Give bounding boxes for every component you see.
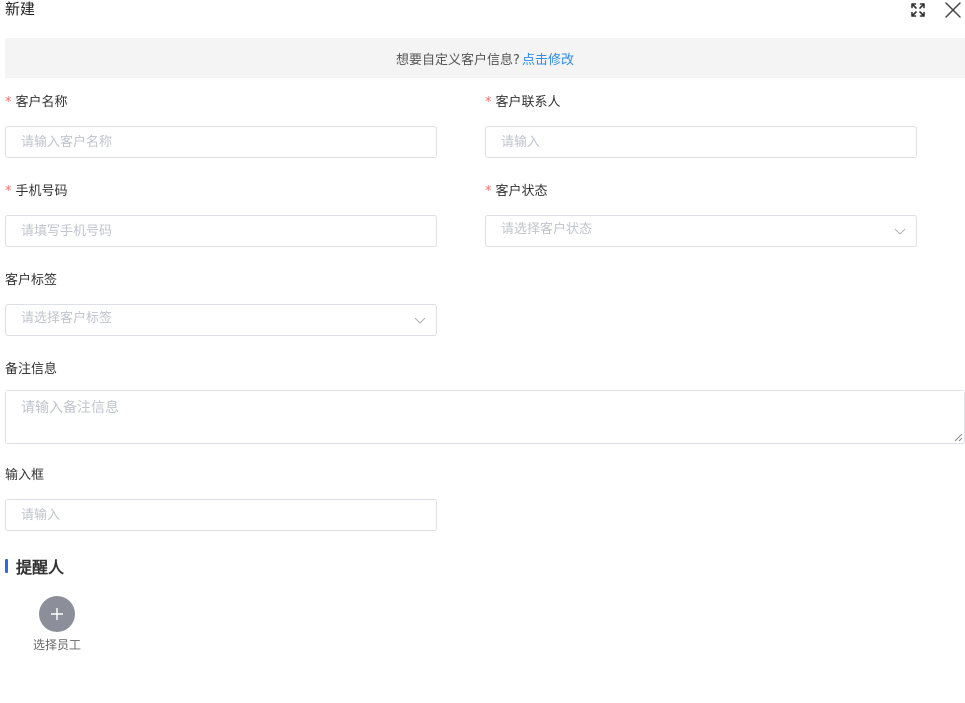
status-placeholder: 请选择客户状态 (501, 222, 593, 237)
required-mark: * (5, 184, 12, 199)
select-staff-button[interactable]: 选择员工 (28, 596, 86, 653)
close-icon[interactable] (944, 1, 962, 19)
phone-input[interactable] (6, 216, 436, 246)
chevron-down-icon (894, 228, 906, 235)
reminder-section-header: 提醒人 (5, 556, 65, 577)
contact-field[interactable] (485, 126, 917, 158)
customer-name-input[interactable] (6, 127, 436, 157)
phone-label-text: 手机号码 (15, 184, 68, 199)
contact-label-text: 客户联系人 (495, 95, 561, 110)
phone-field[interactable] (5, 215, 437, 247)
tags-placeholder: 请选择客户标签 (21, 311, 113, 326)
section-accent-bar (5, 559, 8, 573)
edit-link[interactable]: 点击修改 (522, 49, 574, 68)
notice-text: 想要自定义客户信息? (396, 52, 520, 68)
status-label-text: 客户状态 (495, 184, 548, 199)
select-staff-label: 选择员工 (32, 638, 81, 652)
customize-notice: 想要自定义客户信息? 点击修改 (5, 38, 965, 78)
phone-label: * 手机号码 (5, 184, 68, 200)
contact-label: * 客户联系人 (485, 95, 561, 111)
add-circle[interactable] (39, 596, 75, 632)
input-box-label: 输入框 (5, 468, 45, 483)
remark-textarea[interactable] (6, 391, 964, 443)
contact-input[interactable] (486, 127, 916, 157)
customer-name-field[interactable] (5, 126, 437, 158)
required-mark: * (5, 95, 12, 110)
remark-field[interactable] (5, 390, 965, 444)
customer-name-label-text: 客户名称 (15, 95, 68, 110)
required-mark: * (485, 95, 492, 110)
customer-name-label: * 客户名称 (5, 95, 68, 111)
plus-icon (51, 608, 63, 620)
required-mark: * (485, 184, 492, 199)
input-box-input[interactable] (6, 500, 436, 530)
reminder-section-title: 提醒人 (16, 558, 65, 577)
fullscreen-icon[interactable] (910, 2, 926, 18)
status-label: * 客户状态 (485, 184, 548, 200)
new-customer-dialog: 新建 想要自定义客户信息? 点击修改 *客户名称 *客户联系人 *手 (0, 0, 965, 703)
chevron-down-icon (414, 317, 426, 324)
remark-label: 备注信息 (5, 362, 58, 377)
tags-label: 客户标签 (5, 273, 58, 288)
resize-handle-icon[interactable] (954, 433, 963, 442)
input-box-field[interactable] (5, 499, 437, 531)
status-select[interactable]: 请选择客户状态 (485, 215, 917, 247)
dialog-title: 新建 (5, 0, 36, 18)
tags-select[interactable]: 请选择客户标签 (5, 304, 437, 336)
